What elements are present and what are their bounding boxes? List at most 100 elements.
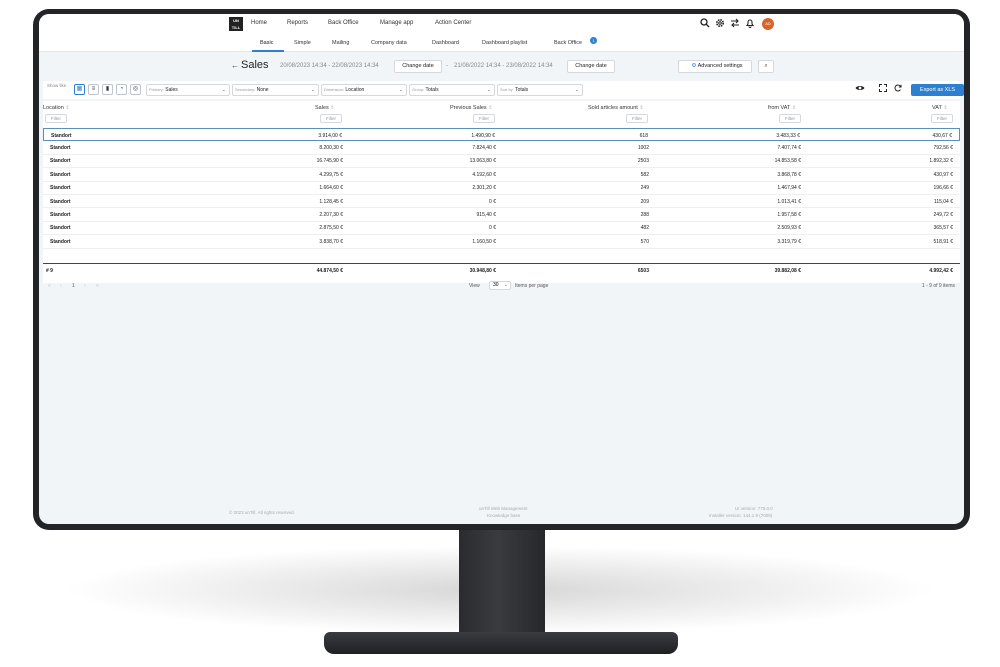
change-previous-date-button[interactable]: Change date (567, 60, 615, 73)
cell-previous-sales: 7.824,40 € (472, 144, 496, 151)
pagination: « ‹ 1 › » View 30 ⌄ Items per page 1 - 9… (43, 281, 960, 293)
cell-sold-articles: 209 (640, 198, 649, 205)
advanced-settings-button[interactable]: ⚙ Advanced settings (678, 60, 752, 73)
pagination-summary: 1 - 9 of 9 items (921, 283, 955, 289)
chevron-down-icon: ⌄ (486, 87, 491, 93)
sort-by-select[interactable]: Sort by: Totals ⌄ (497, 84, 583, 96)
change-date-button[interactable]: Change date (394, 60, 442, 73)
table-row[interactable]: Standort 3.838,70 € 1.160,50 € 570 3.319,79 … (43, 235, 960, 249)
gear-icon[interactable] (715, 18, 725, 30)
vat-filter-input[interactable]: Filter (931, 114, 953, 123)
table-row[interactable]: Standort 4.299,75 € 4.192,60 € 582 3.868,78 … (43, 168, 960, 182)
tab-company-data[interactable]: Company data (371, 40, 407, 46)
nav-reports[interactable]: Reports (287, 20, 308, 26)
current-page[interactable]: 1 (72, 283, 75, 289)
cell-vat: 115,04 € (933, 198, 953, 205)
column-header-previous-sales[interactable]: Previous Sales ⇕ (450, 105, 492, 111)
sales-filter-input[interactable]: Filter (320, 114, 342, 123)
tab-back-office[interactable]: Back Office (554, 40, 582, 46)
cell-sales: 1.664,60 € (319, 185, 343, 192)
column-header-from-vat[interactable]: from VAT ⇕ (768, 105, 796, 111)
column-header-vat[interactable]: VAT ⇕ (932, 105, 948, 111)
tab-dashboard[interactable]: Dashboard (432, 40, 459, 46)
first-page-button[interactable]: « (48, 283, 51, 289)
pie-chart-icon[interactable]: ◔ (116, 84, 127, 95)
sort-icon: ⇕ (639, 105, 644, 111)
chevron-down-icon: ⌄ (503, 282, 508, 288)
untill-logo[interactable]: UN TILL (229, 17, 243, 31)
primary-select-label: Primary: (149, 87, 164, 92)
from-vat-filter-input[interactable]: Filter (779, 114, 801, 123)
report-search-button[interactable]: ⌕ (758, 60, 774, 73)
cell-sales: 4.299,75 € (319, 171, 343, 178)
column-header-sold-articles[interactable]: Sold articles amount ⇕ (588, 105, 644, 111)
refresh-icon[interactable] (894, 84, 902, 96)
donut-chart-icon[interactable]: ◎ (130, 84, 141, 95)
table-row[interactable]: Standort 1.128,45 € 0 € 209 1.013,41 € 115,04… (43, 195, 960, 209)
switch-arrows-icon[interactable] (730, 18, 740, 30)
bar-chart-icon[interactable]: ▮ (102, 84, 113, 95)
previous-sales-filter-input[interactable]: Filter (473, 114, 495, 123)
table-row[interactable]: Standort 3.914,00 € 1.490,90 € 618 3.483,33 … (43, 128, 960, 142)
view-label: View (469, 283, 480, 289)
back-arrow-icon[interactable]: ← (231, 61, 239, 70)
search-icon[interactable] (700, 18, 710, 30)
primary-select[interactable]: Primary: Sales ⌄ (146, 84, 230, 96)
dimension-select[interactable]: Dimension: Location ⌄ (321, 84, 407, 96)
cell-sold-articles: 249 (640, 185, 649, 192)
table-row[interactable]: Standort 1.664,60 € 2.301,20 € 249 1.467,94 … (43, 182, 960, 195)
cell-from-vat: 1.957,58 € (777, 211, 801, 218)
export-xls-button[interactable]: Export as XLS (911, 84, 964, 96)
totals-vat: 4.992,42 € (929, 267, 953, 274)
sort-icon: ⇕ (791, 105, 797, 111)
tab-basic[interactable]: Basic (260, 40, 273, 46)
bell-icon[interactable] (745, 18, 755, 30)
cell-location: Standort (50, 225, 71, 232)
dimension-select-label: Dimension: (324, 87, 345, 92)
column-header-sales[interactable]: Sales ⇕ (315, 105, 335, 111)
fullscreen-icon[interactable] (879, 84, 887, 96)
cell-location: Standort (51, 132, 72, 139)
next-page-button[interactable]: › (84, 283, 86, 289)
footer-knowledge-base[interactable]: Knowledge base (487, 513, 520, 518)
items-per-page-select[interactable]: 30 ⌄ (489, 281, 511, 290)
nav-home[interactable]: Home (251, 20, 267, 26)
monitor-stand-base (324, 632, 678, 654)
location-filter-input[interactable]: Filter (45, 114, 67, 123)
sold-articles-filter-input[interactable]: Filter (626, 114, 648, 123)
nav-action-center[interactable]: Action Center (435, 20, 471, 26)
cell-sold-articles: 618 (639, 132, 648, 139)
last-page-button[interactable]: » (96, 283, 99, 289)
nav-back-office[interactable]: Back Office (328, 20, 359, 26)
bar-horizontal-chart-icon[interactable]: ≡ (88, 84, 99, 95)
cell-location: Standort (50, 158, 71, 165)
table-view-icon[interactable]: ▦ (74, 84, 85, 95)
cell-sold-articles: 1002 (637, 144, 649, 151)
column-header-sales-label: Sales (315, 105, 329, 111)
cell-sales: 2.207,30 € (319, 211, 343, 218)
column-header-location[interactable]: Location ⇕ (43, 105, 70, 111)
sort-icon: ⇕ (943, 105, 948, 111)
table-row[interactable]: Standort 16.745,90 € 13.063,80 € 2503 14.853… (43, 155, 960, 169)
sort-icon: ⇕ (65, 105, 70, 111)
tab-dashboard-playlist[interactable]: Dashboard playlist (482, 40, 527, 46)
secondary-select[interactable]: Secondary: None ⌄ (232, 84, 319, 96)
table-row[interactable]: Standort 2.875,50 € 0 € 482 2.509,93 € 365,57… (43, 222, 960, 236)
footer-installer-version: Installer version: 144.1.9 (7009) (709, 513, 773, 518)
user-avatar[interactable]: AD (762, 18, 774, 30)
table-row[interactable]: Standort 2.207,30 € 915,40 € 288 1.957,58 € 2… (43, 208, 960, 222)
active-tab-indicator (252, 50, 284, 52)
group-select[interactable]: Group: Totals ⌄ (409, 84, 495, 96)
cell-from-vat: 3.483,33 € (776, 132, 800, 139)
cell-previous-sales: 4.192,60 € (472, 171, 496, 178)
cell-sold-articles: 582 (640, 171, 649, 178)
magnifier-icon: ⌕ (764, 63, 768, 69)
cell-from-vat: 14.853,58 € (774, 158, 801, 165)
tab-mailing[interactable]: Mailing (332, 40, 349, 46)
prev-page-button[interactable]: ‹ (60, 283, 62, 289)
tab-simple[interactable]: Simple (294, 40, 311, 46)
cell-location: Standort (50, 185, 71, 192)
nav-manage-app[interactable]: Manage app (380, 20, 413, 26)
table-row[interactable]: Standort 8.200,30 € 7.824,40 € 1002 7.407,74… (43, 141, 960, 155)
eye-icon[interactable] (855, 84, 865, 96)
